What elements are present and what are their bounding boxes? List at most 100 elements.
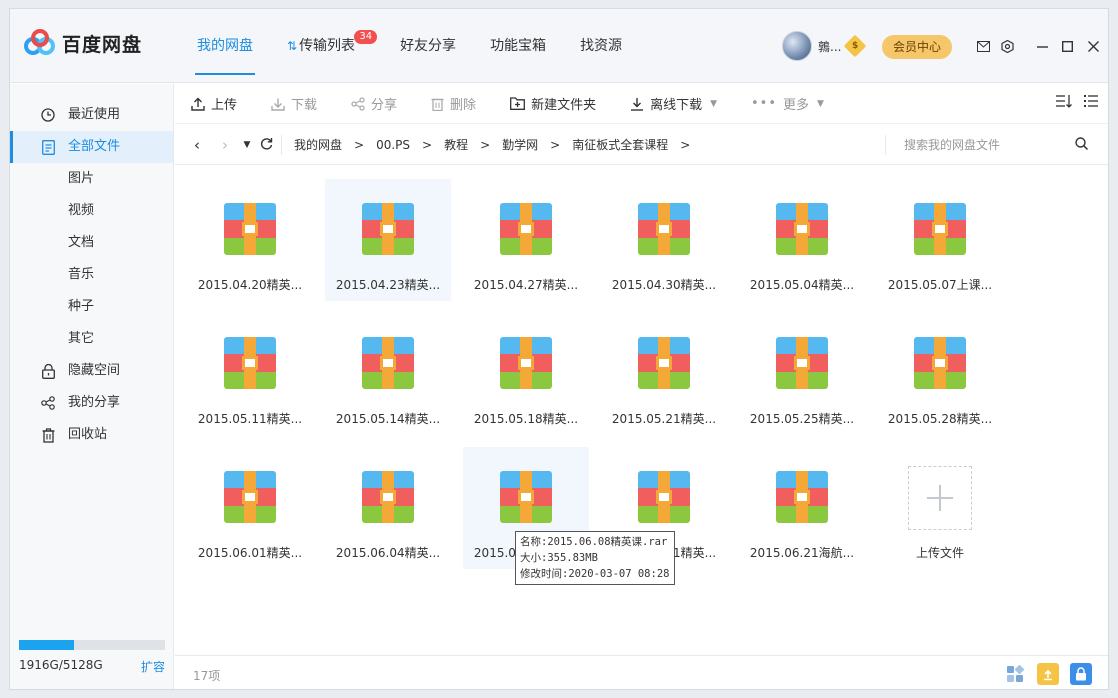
file-info-tooltip: 名称:2015.06.08精英课.rar 大小:355.83MB 修改时间:20… <box>515 531 675 585</box>
tab-my-disk[interactable]: 我的网盘 <box>180 9 270 83</box>
sidebar-item-label: 隐藏空间 <box>68 363 121 378</box>
list-view-icon[interactable] <box>1084 94 1098 108</box>
file-item[interactable]: 2015.05.14精英... <box>325 313 451 435</box>
rar-archive-icon <box>362 471 414 523</box>
mail-icon[interactable] <box>972 35 994 57</box>
breadcrumb-item[interactable]: 00.PS <box>376 138 410 152</box>
file-item[interactable]: 2015.05.11精英... <box>187 313 313 435</box>
tab-label: 我的网盘 <box>197 38 253 54</box>
user-info[interactable]: 鶉... $ <box>782 31 867 61</box>
sidebar-item-others[interactable]: 其它 <box>10 323 173 355</box>
rar-archive-icon <box>638 203 690 255</box>
lock-icon[interactable] <box>1070 663 1092 685</box>
minimize-icon[interactable] <box>1031 35 1053 57</box>
tab-find-resources[interactable]: 找资源 <box>563 9 639 83</box>
sidebar-item-recycle-bin[interactable]: 回收站 <box>10 419 173 451</box>
delete-button[interactable]: 删除 <box>431 94 476 113</box>
tab-label: 传输列表 <box>299 38 356 54</box>
back-arrow-icon[interactable]: ‹ <box>183 136 211 154</box>
tab-toolbox[interactable]: 功能宝箱 <box>473 9 563 83</box>
breadcrumb-separator: > <box>354 137 365 152</box>
file-item[interactable]: 2015.05.04精英... <box>739 179 865 301</box>
file-item[interactable]: 2015.04.23精英... <box>325 179 451 301</box>
settings-icon[interactable] <box>996 35 1018 57</box>
more-label: 更多 <box>783 98 810 113</box>
sidebar-item-all-files[interactable]: 全部文件 <box>10 131 173 163</box>
file-item[interactable]: 2015.05.25精英... <box>739 313 865 435</box>
sidebar-item-documents[interactable]: 文档 <box>10 227 173 259</box>
sidebar-item-torrents[interactable]: 种子 <box>10 291 173 323</box>
member-center-button[interactable]: 会员中心 <box>882 35 952 59</box>
quota-bar <box>19 640 165 650</box>
share-icon <box>351 96 365 111</box>
breadcrumb-separator: > <box>422 137 433 152</box>
refresh-icon[interactable] <box>255 136 277 154</box>
file-item[interactable]: 2015.05.21精英... <box>601 313 727 435</box>
close-icon[interactable] <box>1082 35 1104 57</box>
sidebar-item-music[interactable]: 音乐 <box>10 259 173 291</box>
rar-archive-icon <box>914 337 966 389</box>
file-name: 2015.05.28精英... <box>887 412 993 426</box>
file-item[interactable]: 2015.06.21海航... <box>739 447 865 569</box>
rar-archive-icon <box>776 203 828 255</box>
breadcrumb-item[interactable]: 教程 <box>444 136 468 153</box>
breadcrumb-item[interactable]: 我的网盘 <box>294 136 342 153</box>
file-item[interactable]: 2015.06.01精英... <box>187 447 313 569</box>
sidebar-item-recent[interactable]: 最近使用 <box>10 99 173 131</box>
breadcrumb-item[interactable]: 南征板式全套课程 <box>572 136 668 153</box>
offline-download-button[interactable]: 离线下载 ▼ <box>630 94 717 113</box>
history-dropdown-icon[interactable]: ▼ <box>239 140 255 150</box>
user-name[interactable]: 鶉... <box>818 38 841 55</box>
file-item[interactable]: 2015.05.18精英... <box>463 313 589 435</box>
new-folder-button[interactable]: 新建文件夹 <box>510 94 596 113</box>
file-item[interactable]: 2015.05.07上课... <box>877 179 1003 301</box>
share-button[interactable]: 分享 <box>351 94 397 113</box>
sidebar-item-label: 最近使用 <box>68 107 121 122</box>
rar-archive-icon <box>224 337 276 389</box>
breadcrumb-separator: > <box>550 137 561 152</box>
file-item[interactable]: 2015.04.30精英... <box>601 179 727 301</box>
upload-file-tile[interactable]: 上传文件 <box>877 447 1003 569</box>
search-input[interactable] <box>904 138 1064 152</box>
tab-friend-share[interactable]: 好友分享 <box>383 9 473 83</box>
tab-label: 功能宝箱 <box>490 38 547 54</box>
more-button[interactable]: ••• 更多 ▼ <box>751 94 824 113</box>
breadcrumb-item[interactable]: 勤学网 <box>502 136 538 153</box>
main-nav: 我的网盘 ⇅ 传输列表 34 好友分享 功能宝箱 找资源 <box>180 9 639 83</box>
file-name: 2015.04.23精英... <box>335 278 441 292</box>
clock-icon <box>40 107 56 123</box>
sort-icon[interactable] <box>1056 94 1072 108</box>
forward-arrow-icon[interactable]: › <box>211 136 239 154</box>
search-icon[interactable] <box>1075 137 1089 153</box>
expand-storage-link[interactable]: 扩容 <box>141 658 165 675</box>
download-button[interactable]: 下载 <box>271 94 317 113</box>
app-name: 百度网盘 <box>62 33 143 56</box>
tab-transfer-list[interactable]: ⇅ 传输列表 34 <box>270 9 383 83</box>
file-item[interactable]: 2015.04.20精英... <box>187 179 313 301</box>
file-name: 2015.05.25精英... <box>749 412 855 426</box>
file-item[interactable]: 2015.04.27精英... <box>463 179 589 301</box>
rar-archive-icon <box>500 203 552 255</box>
sidebar-item-images[interactable]: 图片 <box>10 163 173 195</box>
status-bar: 17项 <box>175 655 1108 689</box>
maximize-icon[interactable] <box>1056 35 1078 57</box>
upload-button[interactable]: 上传 <box>191 94 237 113</box>
sidebar-item-my-shares[interactable]: 我的分享 <box>10 387 173 419</box>
toolbar: 上传 下载 分享 删除 新建文件夹 离线下载 ▼ ••• 更多 ▼ <box>175 84 1108 124</box>
vip-diamond-icon[interactable]: $ <box>844 34 867 58</box>
sidebar-item-hidden-space[interactable]: 隐藏空间 <box>10 355 173 387</box>
app-grid-icon[interactable] <box>1004 663 1026 685</box>
breadcrumb-separator[interactable]: > <box>680 138 690 152</box>
offline-download-icon <box>631 97 644 111</box>
sidebar-item-videos[interactable]: 视频 <box>10 195 173 227</box>
item-count: 17项 <box>193 669 221 683</box>
trash-icon <box>431 98 444 111</box>
avatar[interactable] <box>782 31 812 61</box>
file-item[interactable]: 2015.05.28精英... <box>877 313 1003 435</box>
address-bar: ‹ › ▼ 我的网盘 > 00.PS > 教程 > 勤学网 > 南征板式全套课程 > <box>175 125 1108 165</box>
folder-upload-icon[interactable] <box>1037 663 1059 685</box>
file-name: 2015.06.01精英... <box>197 546 303 560</box>
file-item[interactable]: 2015.06.04精英... <box>325 447 451 569</box>
transfer-arrows-icon: ⇅ <box>287 39 298 53</box>
lock-icon <box>40 363 56 379</box>
